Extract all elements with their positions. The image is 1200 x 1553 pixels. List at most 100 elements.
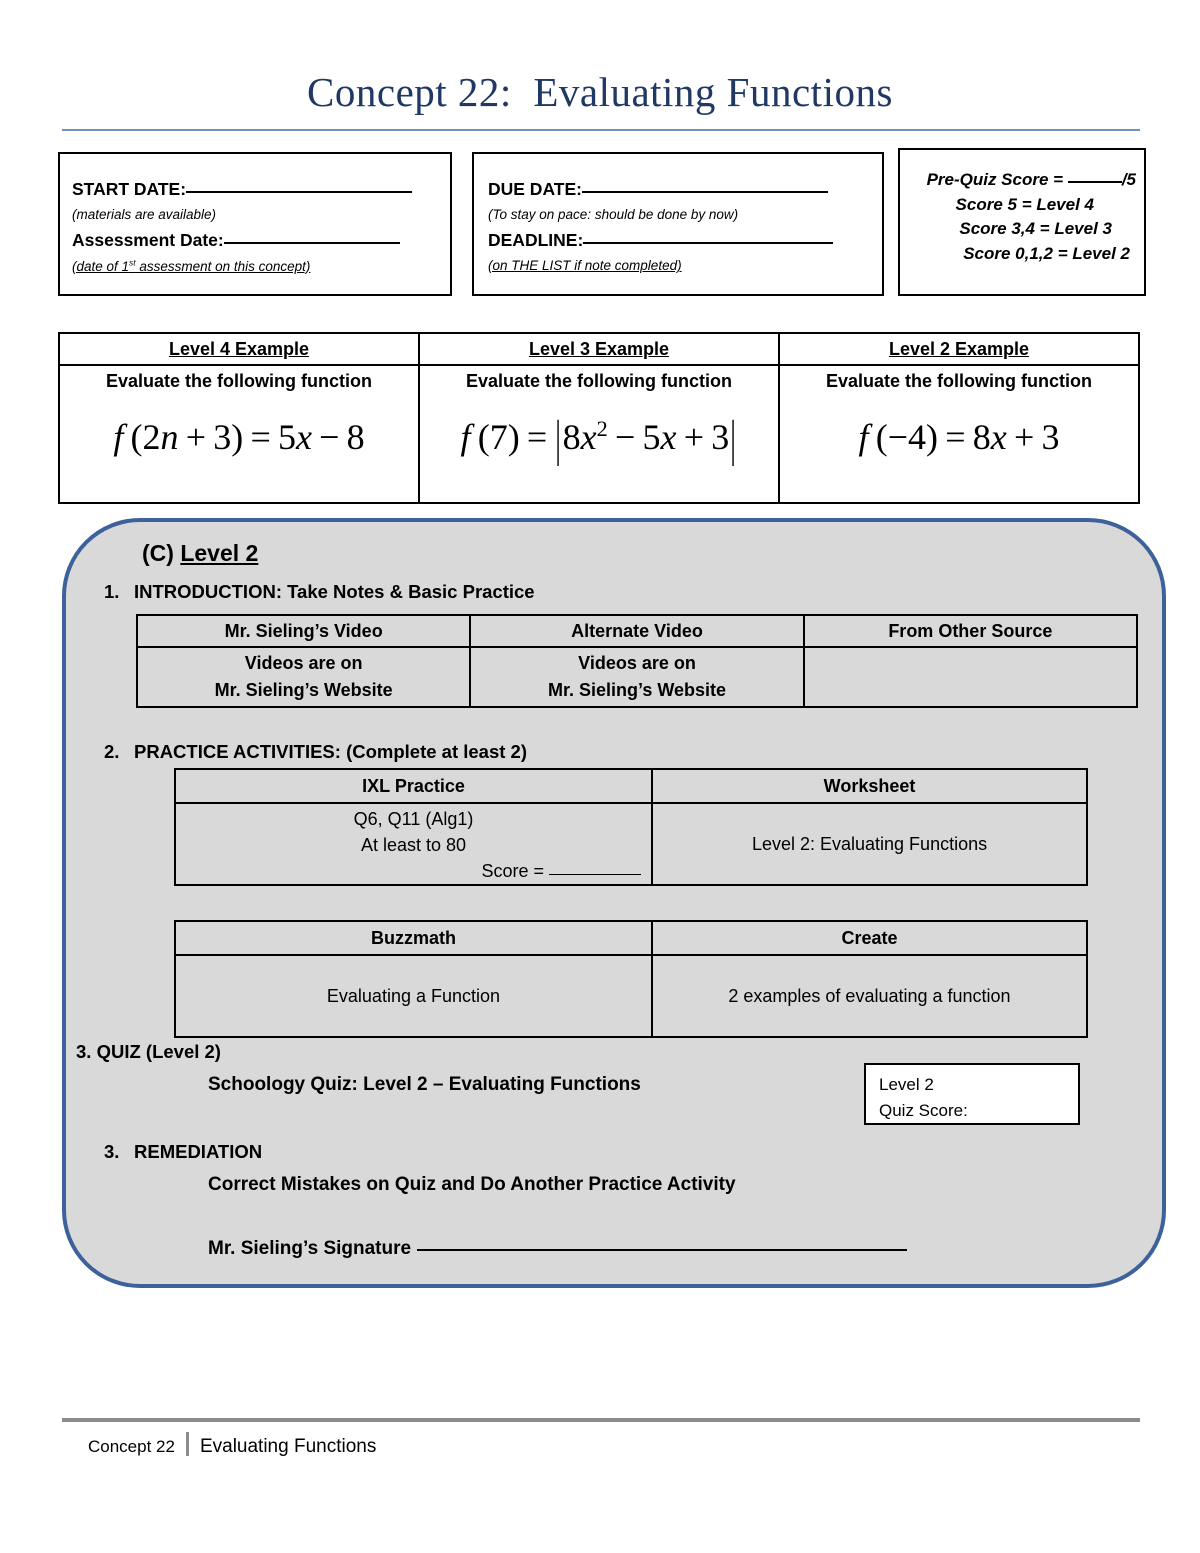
signature-field[interactable]: Mr. Sieling’s Signature — [208, 1238, 908, 1260]
signature-blank[interactable] — [417, 1249, 908, 1251]
title-divider — [62, 129, 1140, 131]
deadline-note: (on THE LIST if note completed) — [488, 258, 682, 274]
video-cell-alternate[interactable]: Videos are on Mr. Sieling’s Website — [469, 646, 805, 708]
example-instruction-level2: Evaluate the following function — [825, 371, 1092, 391]
practice-cell-worksheet[interactable]: Level 2: Evaluating Functions — [651, 801, 1088, 887]
step-3-quiz-number: 3. — [76, 1041, 92, 1062]
example-column-level2: Level 2 Example Evaluate the following f… — [778, 334, 1138, 502]
panel-heading-level: Level 2 — [180, 540, 259, 566]
prequiz-score-line[interactable]: Pre-Quiz Score = /5 — [900, 168, 1148, 193]
video-cell-other[interactable] — [802, 646, 1139, 708]
due-date-note: (To stay on pace: should be done by now) — [488, 207, 739, 223]
practice-cell-create[interactable]: 2 examples of evaluating a function — [650, 954, 1089, 1038]
step-3-quiz: 3. QUIZ (Level 2) — [76, 1041, 221, 1063]
deadline-field[interactable]: DEADLINE: — [488, 229, 834, 250]
practice-header-ixl: IXL Practice — [173, 768, 654, 804]
prequiz-score-label: Pre-Quiz Score = — [926, 170, 1068, 189]
start-date-label: START DATE: — [72, 179, 187, 199]
start-date-blank[interactable] — [186, 191, 413, 193]
example-instruction-level3: Evaluate the following function — [465, 371, 732, 391]
step-3-quiz-label: QUIZ (Level 2) — [96, 1041, 221, 1062]
assessment-note-text: (date of 1st assessment on this concept) — [72, 257, 311, 274]
due-date-box: DUE DATE: (To stay on pace: should be do… — [472, 152, 884, 296]
due-date-field[interactable]: DUE DATE: — [488, 180, 833, 198]
due-date-blank[interactable] — [581, 191, 828, 193]
step-1-label: INTRODUCTION: Take Notes & Basic Practic… — [134, 581, 535, 602]
panel-heading-prefix: (C) — [142, 540, 181, 566]
score-rule-level2: Score 0,1,2 = Level 2 — [963, 243, 1130, 263]
video-cell-alternate-line1: Videos are on — [578, 653, 696, 673]
example-equation-level4: f (2n + 3) = 5x − 8 — [113, 417, 365, 457]
deadline-label: DEADLINE: — [488, 229, 584, 250]
score-rule-level3: Score 3,4 = Level 3 — [959, 219, 1112, 239]
page-title: Concept 22: Evaluating Functions — [307, 69, 893, 115]
practice-table-ixl-worksheet: IXL Practice Worksheet Q6, Q11 (Alg1) At… — [173, 768, 1088, 887]
step-2-label: PRACTICE ACTIVITIES: (Complete at least … — [134, 741, 528, 762]
signature-label: Mr. Sieling’s Signature — [208, 1238, 412, 1259]
remediation-detail: Correct Mistakes on Quiz and Do Another … — [208, 1174, 736, 1195]
score-rule-level4: Score 5 = Level 4 — [955, 194, 1094, 214]
practice-header-worksheet: Worksheet — [651, 768, 1088, 804]
video-cell-sieling-line2: Mr. Sieling’s Website — [214, 680, 393, 700]
ixl-score-field[interactable]: Score = — [186, 858, 642, 884]
step-2-number: 2. — [104, 741, 120, 762]
examples-table: Level 4 Example Evaluate the following f… — [58, 332, 1140, 504]
video-cell-alternate-line2: Mr. Sieling’s Website — [547, 680, 727, 700]
step-1-introduction: 1. INTRODUCTION: Take Notes & Basic Pract… — [104, 581, 535, 603]
video-header-other: From Other Source — [802, 614, 1139, 648]
practice-cell-ixl[interactable]: Q6, Q11 (Alg1) At least to 80 Score = — [173, 801, 654, 887]
example-column-level4: Level 4 Example Evaluate the following f… — [60, 334, 418, 502]
panel-heading: (C) Level 2 — [142, 540, 258, 567]
step-1-number: 1. — [104, 581, 120, 602]
footer-divider — [62, 1418, 1140, 1422]
ixl-score-label: Score = — [481, 861, 550, 882]
ixl-target: At least to 80 — [360, 835, 467, 856]
prequiz-score-box: Pre-Quiz Score = /5 Score 5 = Level 4 Sc… — [898, 148, 1146, 296]
quiz-score-box[interactable]: Level 2 Quiz Score: — [864, 1063, 1080, 1125]
footer-separator — [185, 1432, 189, 1456]
prequiz-score-blank[interactable] — [1067, 181, 1122, 183]
introduction-table: Mr. Sieling’s Video Alternate Video From… — [135, 614, 1139, 708]
video-header-alternate: Alternate Video — [469, 614, 805, 648]
footer: Concept 22 Evaluating Functions — [88, 1428, 376, 1458]
step-2-practice: 2. PRACTICE ACTIVITIES: (Complete at leas… — [104, 741, 527, 763]
start-date-box: START DATE: (materials are available) As… — [58, 152, 452, 296]
ixl-score-blank[interactable] — [549, 874, 642, 876]
assessment-date-blank[interactable] — [223, 241, 400, 244]
example-heading-level2: Level 2 Example — [780, 334, 1138, 366]
ixl-questions: Q6, Q11 (Alg1) — [353, 809, 474, 829]
start-date-note: (materials are available) — [72, 207, 217, 223]
footer-concept: Concept 22 — [88, 1437, 175, 1456]
example-instruction-level4: Evaluate the following function — [105, 371, 372, 391]
quiz-detail: Schoology Quiz: Level 2 – Evaluating Fun… — [208, 1074, 641, 1095]
practice-table-buzzmath-create: Buzzmath Create Evaluating a Function 2 … — [174, 920, 1089, 1038]
table-row: Mr. Sieling’s Video Alternate Video From… — [135, 614, 1139, 648]
start-date-field[interactable]: START DATE: — [72, 179, 413, 199]
example-heading-level3: Level 3 Example — [420, 334, 778, 366]
table-row: Evaluating a Function 2 examples of eval… — [174, 954, 1089, 1038]
due-date-label: DUE DATE: — [488, 179, 582, 199]
example-heading-level4: Level 4 Example — [60, 334, 418, 366]
video-cell-sieling-line1: Videos are on — [244, 653, 363, 673]
ixl-detail: Q6, Q11 (Alg1) At least to 80 Score = — [176, 804, 651, 884]
table-row: IXL Practice Worksheet — [173, 768, 1088, 804]
example-equation-level2: f (−4) = 8x + 3 — [858, 417, 1060, 457]
practice-header-create: Create — [650, 920, 1089, 956]
step-3-remediation-label: REMEDIATION — [134, 1141, 263, 1162]
practice-header-buzzmath: Buzzmath — [174, 920, 653, 956]
table-row: Videos are on Mr. Sieling’s Website Vide… — [135, 646, 1139, 708]
deadline-blank[interactable] — [583, 241, 834, 244]
video-cell-sieling[interactable]: Videos are on Mr. Sieling’s Website — [135, 646, 472, 708]
table-row: Q6, Q11 (Alg1) At least to 80 Score = Le… — [173, 801, 1088, 887]
step-3-remediation-number: 3. — [104, 1141, 120, 1162]
example-equation-level3: f (7) = |8x2 − 5x + 3| — [460, 410, 737, 468]
assessment-date-note: (date of 1st assessment on this concept) — [72, 257, 412, 274]
assessment-date-label: Assessment Date: — [72, 229, 224, 250]
video-header-sieling: Mr. Sieling’s Video — [135, 614, 472, 648]
table-row: Buzzmath Create — [174, 920, 1089, 956]
prequiz-score-total: /5 — [1121, 170, 1136, 189]
practice-cell-buzzmath[interactable]: Evaluating a Function — [174, 954, 653, 1038]
step-3-remediation: 3. REMEDIATION — [104, 1141, 262, 1163]
assessment-date-field[interactable]: Assessment Date: — [72, 231, 412, 249]
quiz-score-level: Level 2 — [879, 1075, 934, 1094]
